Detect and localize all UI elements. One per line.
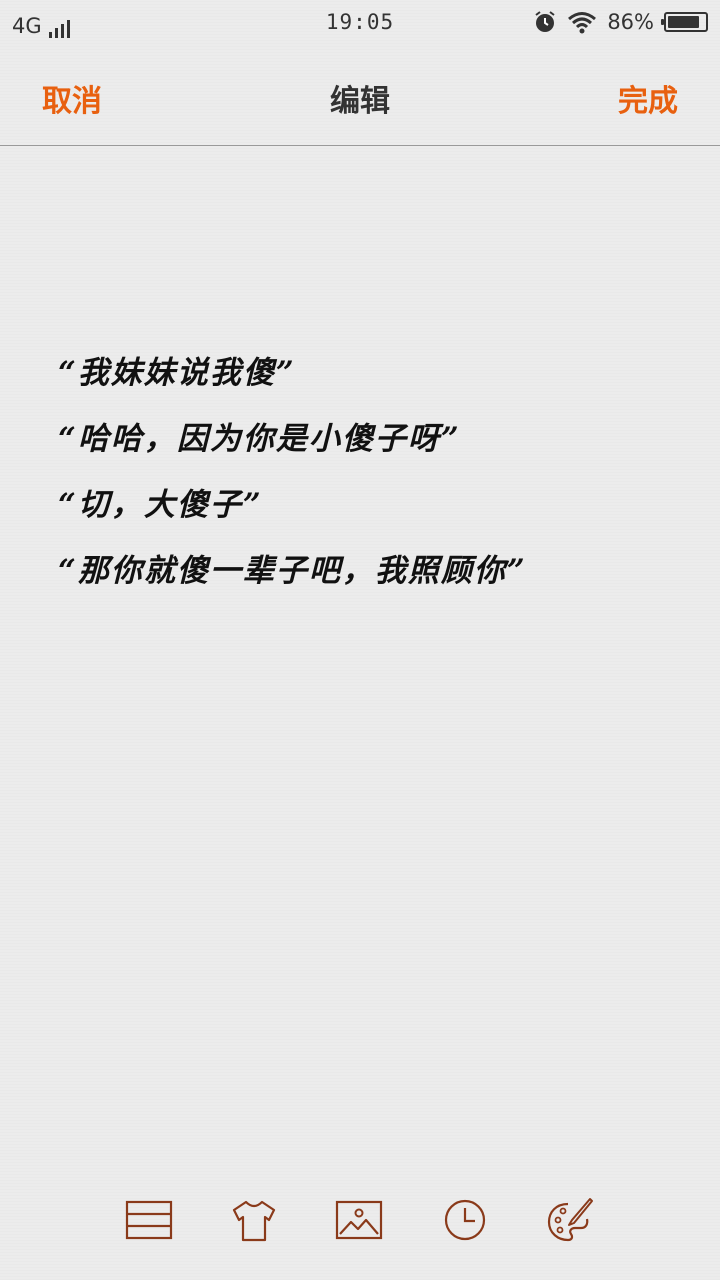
status-bar: 4G 19:05 86% [0, 0, 720, 50]
image-icon[interactable] [334, 1196, 384, 1246]
status-right: 86% [523, 10, 708, 34]
page-title: 编辑 [330, 84, 390, 119]
alarm-icon [535, 11, 555, 32]
clock-icon[interactable] [440, 1196, 490, 1246]
wifi-icon [568, 12, 597, 34]
note-text-area[interactable]: “我妹妹说我傻” “哈哈，因为你是小傻子呀” “切，大傻子” “那你就傻一辈子吧… [58, 340, 678, 604]
battery-percent: 86% [607, 10, 654, 34]
done-button[interactable]: 完成 [618, 76, 678, 120]
lines-icon[interactable] [124, 1196, 174, 1246]
battery-icon [661, 12, 708, 32]
note-line: “切，大傻子” [58, 487, 263, 523]
note-line: “我妹妹说我傻” [58, 355, 296, 391]
header-bar: 取消 编辑 完成 [0, 50, 720, 146]
note-line: “那你就傻一辈子吧，我照顾你” [58, 553, 527, 589]
shirt-icon[interactable] [229, 1196, 279, 1246]
note-line: “哈哈，因为你是小傻子呀” [58, 421, 461, 457]
bottom-toolbar [0, 1180, 720, 1260]
note-editor-screen: 4G 19:05 86% 取消 编辑 完成 “我妹妹说我傻” “哈哈，因为你是小… [0, 0, 720, 1280]
palette-icon[interactable] [544, 1196, 594, 1246]
